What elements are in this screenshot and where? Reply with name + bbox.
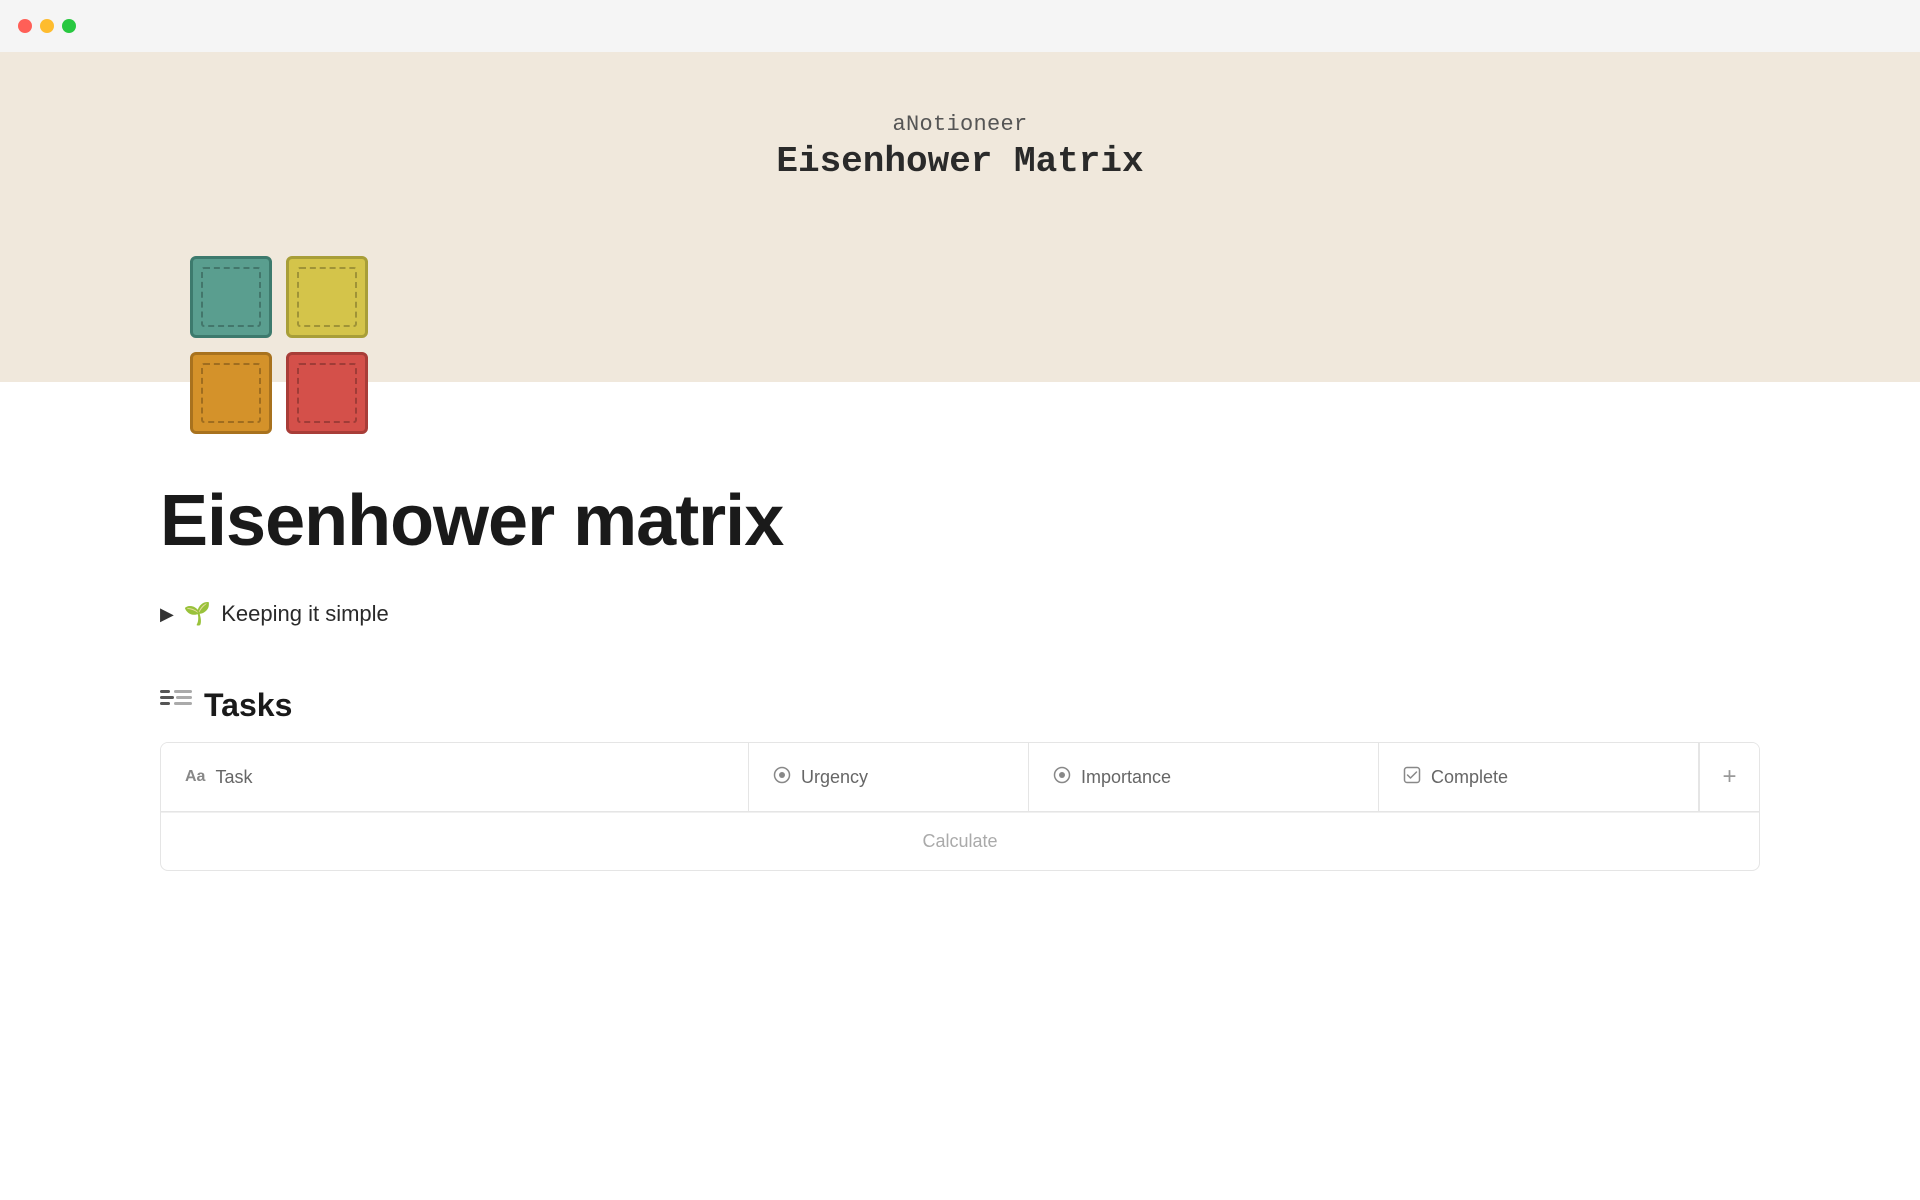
hero-subtitle: aNotioneer — [892, 112, 1027, 137]
matrix-square-yellow — [286, 256, 368, 338]
tasks-header: Tasks — [160, 687, 1760, 724]
urgency-col-label: Urgency — [801, 767, 868, 788]
tasks-icon — [160, 688, 192, 723]
minimize-button[interactable] — [40, 19, 54, 33]
matrix-square-red — [286, 352, 368, 434]
callout-emoji-icon: 🌱 — [184, 601, 211, 627]
main-content: Eisenhower matrix ▶ 🌱 Keeping it simple … — [0, 382, 1920, 911]
callout-toggle[interactable]: ▶ 🌱 Keeping it simple — [160, 601, 1760, 627]
tasks-section: Tasks Aa Task Urgency — [160, 687, 1760, 871]
task-col-label: Task — [215, 767, 252, 788]
title-bar — [0, 0, 1920, 52]
hero-title: Eisenhower Matrix — [776, 141, 1143, 182]
importance-col-label: Importance — [1081, 767, 1171, 788]
complete-col-icon — [1403, 766, 1421, 789]
table-bottom-hint: Calculate — [161, 812, 1759, 870]
table-header: Aa Task Urgency — [161, 743, 1759, 812]
matrix-icon — [190, 256, 376, 442]
matrix-square-teal — [190, 256, 272, 338]
bottom-hint-text: Calculate — [922, 831, 997, 852]
importance-col-icon — [1053, 766, 1071, 789]
add-column-icon: + — [1722, 763, 1736, 791]
callout-text: Keeping it simple — [221, 601, 389, 627]
column-header-complete[interactable]: Complete — [1379, 743, 1699, 811]
close-button[interactable] — [18, 19, 32, 33]
add-column-button[interactable]: + — [1699, 743, 1759, 811]
column-header-urgency[interactable]: Urgency — [749, 743, 1029, 811]
callout-arrow-icon: ▶ — [160, 604, 174, 625]
column-header-importance[interactable]: Importance — [1029, 743, 1379, 811]
hero-banner: aNotioneer Eisenhower Matrix — [0, 52, 1920, 382]
urgency-col-icon — [773, 766, 791, 789]
page-title: Eisenhower matrix — [160, 482, 1760, 561]
maximize-button[interactable] — [62, 19, 76, 33]
tasks-table: Aa Task Urgency — [160, 742, 1760, 871]
task-col-icon: Aa — [185, 768, 205, 786]
tasks-title: Tasks — [204, 687, 292, 724]
column-header-task[interactable]: Aa Task — [161, 743, 749, 811]
complete-col-label: Complete — [1431, 767, 1508, 788]
matrix-square-orange — [190, 352, 272, 434]
